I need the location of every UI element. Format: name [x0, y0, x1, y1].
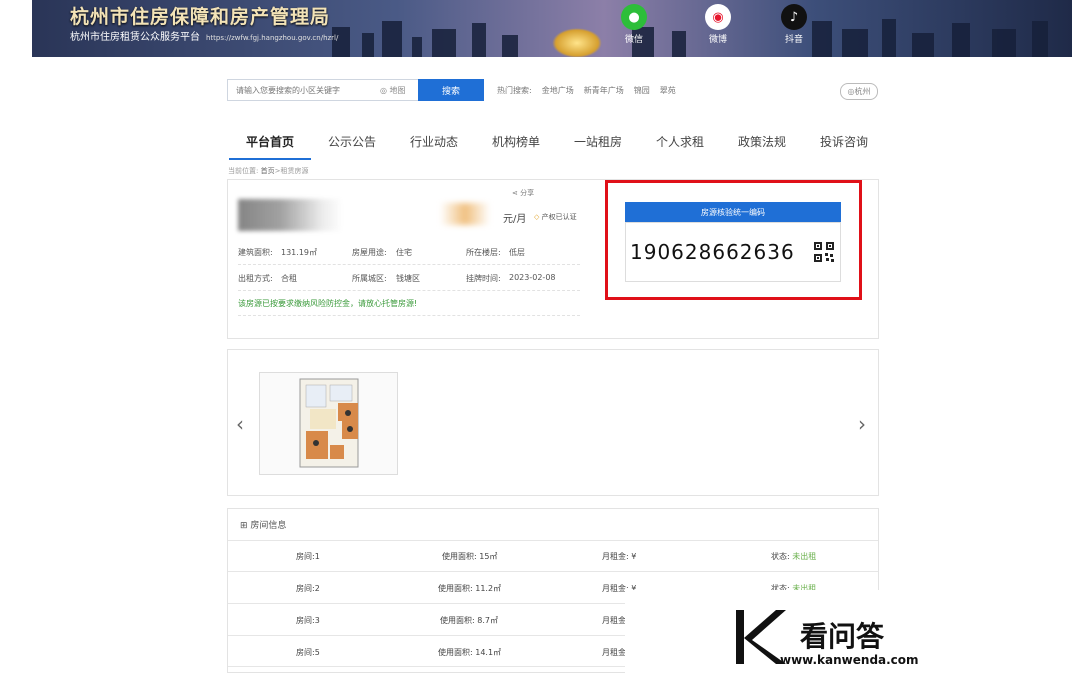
room-number: 房间:3: [296, 616, 320, 625]
gallery-prev-icon[interactable]: ‹: [236, 412, 244, 436]
field-label: 所在楼层:: [466, 248, 501, 257]
tab-complaints[interactable]: 投诉咨询: [803, 132, 885, 160]
wechat-icon: ●: [621, 4, 647, 30]
hot-search-item[interactable]: 翠苑: [660, 85, 676, 96]
breadcrumb-home[interactable]: 首页: [261, 167, 275, 175]
hot-searches: 热门搜索: 金地广场 新青年广场 锦园 翠苑: [497, 85, 676, 96]
breadcrumb: 当前位置: 首页>租赁房源: [228, 167, 309, 175]
room-area: 使用面积: 8.7㎡: [440, 616, 498, 625]
location-pin-icon: ◎: [380, 86, 387, 95]
grid-icon: ⊞: [240, 521, 248, 531]
blurred-price: [440, 203, 490, 225]
weibo-icon: ◉: [705, 4, 731, 30]
field-value: 低层: [509, 248, 525, 257]
map-search-link[interactable]: ◎ 地图: [380, 85, 406, 96]
field-label: 出租方式:: [238, 274, 273, 283]
tab-one-stop-rental[interactable]: 一站租房: [557, 132, 639, 160]
watermark-text: 看问答: [800, 620, 885, 653]
price-unit: 元/月: [503, 214, 527, 225]
floor-plan-thumbnail[interactable]: [259, 372, 398, 475]
tab-home[interactable]: 平台首页: [229, 132, 311, 160]
tab-policies[interactable]: 政策法规: [721, 132, 803, 160]
room-number: 房间:2: [296, 584, 320, 593]
tab-agency-ranking[interactable]: 机构榜单: [475, 132, 557, 160]
watermark-url: www.kanwenda.com: [780, 653, 919, 667]
room-number: 房间:1: [296, 552, 320, 561]
field-value: 住宅: [396, 248, 412, 257]
room-area: 使用面积: 11.2㎡: [438, 584, 502, 593]
platform-url: https://zwfw.fgj.hangzhou.gov.cn/hzrl/: [206, 34, 339, 42]
room-info-header: ⊞ 房间信息: [240, 521, 287, 531]
search-button[interactable]: 搜索: [418, 79, 484, 101]
hot-search-item[interactable]: 金地广场: [542, 85, 574, 96]
field-label: 房屋用途:: [352, 248, 387, 257]
tab-industry-news[interactable]: 行业动态: [393, 132, 475, 160]
verify-code: 190628662636: [630, 240, 795, 264]
risk-notice: 该房源已按要求缴纳风险防控金，请放心托管房源!: [238, 299, 418, 308]
douyin-icon: ♪: [781, 4, 807, 30]
city-selector[interactable]: ◎ 杭州: [840, 83, 878, 100]
platform-subtitle: 杭州市住房租赁公众服务平台 https://zwfw.fgj.hangzhou.g…: [70, 32, 339, 43]
wechat-link[interactable]: ● 微信: [612, 4, 656, 45]
share-icon: ⋖: [512, 189, 518, 197]
field-value: 钱塘区: [396, 274, 420, 283]
verified-badge: ◇ 产权已认证: [534, 213, 577, 221]
room-rent: 月租金: ¥: [602, 552, 637, 561]
room-status: 状态: 未出租: [771, 552, 817, 561]
field-value: 2023-02-08: [509, 273, 556, 282]
weibo-link[interactable]: ◉ 微博: [696, 4, 740, 45]
shield-icon: ◇: [534, 213, 540, 221]
location-pin-icon: ◎: [847, 87, 855, 96]
room-number: 房间:5: [296, 648, 320, 657]
search-placeholder: 请输入您要搜索的小区关键字: [236, 86, 340, 95]
room-area: 使用面积: 15㎡: [442, 552, 498, 561]
tab-personal-rental-request[interactable]: 个人求租: [639, 132, 721, 160]
room-area: 使用面积: 14.1㎡: [438, 648, 502, 657]
header-banner: 杭州市住房保障和房产管理局 杭州市住房租赁公众服务平台 https://zwfw.…: [32, 0, 1072, 57]
field-value: 合租: [281, 274, 297, 283]
gallery-next-icon[interactable]: ›: [858, 412, 866, 436]
field-label: 建筑面积:: [238, 248, 273, 257]
verify-code-heading: 房源核验统一编码: [625, 202, 841, 222]
hot-search-item[interactable]: 新青年广场: [584, 85, 624, 96]
field-label: 挂牌时间:: [466, 274, 501, 283]
blurred-title: [238, 199, 343, 231]
main-nav: 平台首页 公示公告 行业动态 机构榜单 一站租房 个人求租 政策法规 投诉咨询: [229, 132, 885, 160]
bureau-title: 杭州市住房保障和房产管理局: [70, 6, 331, 28]
tab-announcements[interactable]: 公示公告: [311, 132, 393, 160]
field-label: 所属城区:: [352, 274, 387, 283]
douyin-link[interactable]: ♪ 抖音: [772, 4, 816, 45]
hot-search-item[interactable]: 锦园: [634, 85, 650, 96]
qr-code-icon[interactable]: [814, 242, 834, 262]
share-button[interactable]: ⋖ 分享: [512, 188, 534, 198]
field-value: 131.19㎡: [281, 248, 317, 257]
